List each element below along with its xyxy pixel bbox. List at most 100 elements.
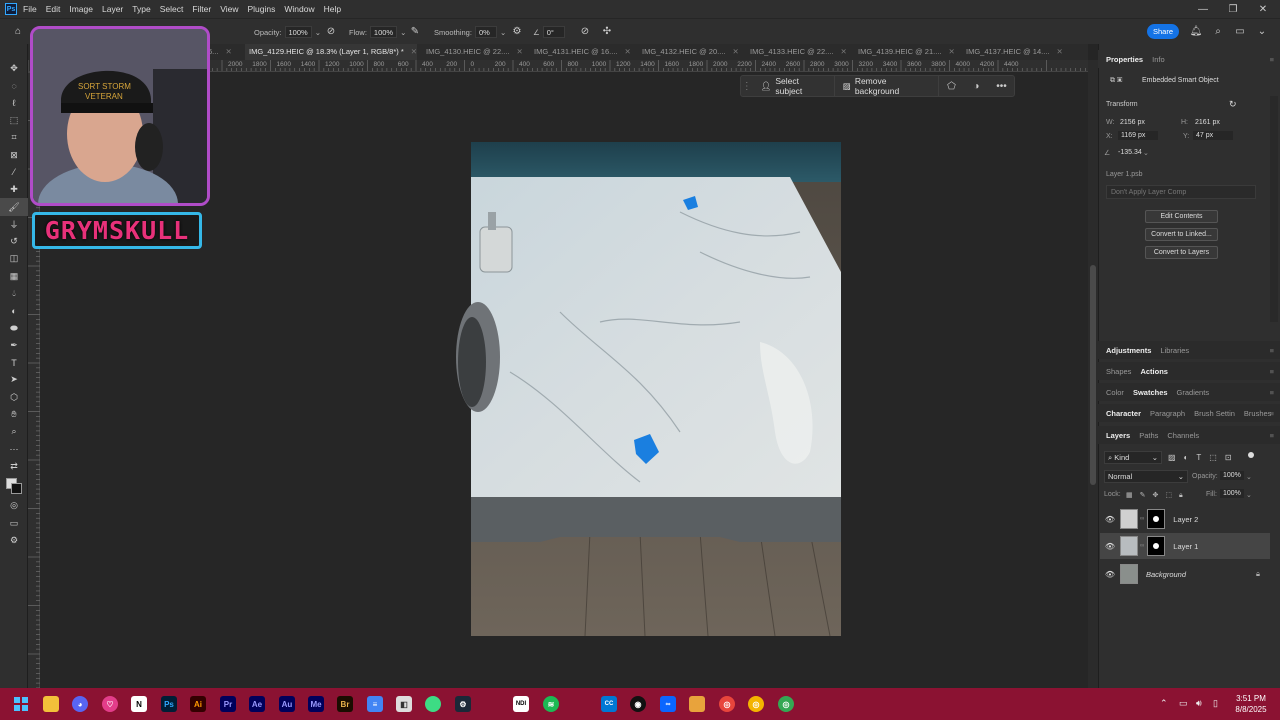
menu-select[interactable]: Select xyxy=(160,4,184,14)
pen-tool-icon[interactable]: ✒ xyxy=(0,337,28,354)
chevron-down-icon[interactable]: ⌄ xyxy=(400,28,406,37)
folder-icon[interactable] xyxy=(689,696,705,712)
type-tool-icon[interactable]: T xyxy=(0,354,28,371)
tab-paragraph[interactable]: Paragraph xyxy=(1150,409,1185,418)
move-tool-icon[interactable]: ✥ xyxy=(0,60,28,77)
blur-tool-icon[interactable]: 💧︎ xyxy=(0,285,28,302)
chrome-2-icon[interactable]: ◎ xyxy=(748,696,764,712)
tab-partial[interactable]: 6... ✕ xyxy=(208,44,232,60)
edit-contents-button[interactable]: Edit Contents xyxy=(1145,210,1218,223)
tab-img-4139[interactable]: IMG_4139.HEIC @ 21.... ✕ xyxy=(858,44,955,60)
volume-icon[interactable]: 🔊︎ xyxy=(1196,698,1202,709)
layer-row-layer-1[interactable]: 👁︎ ∞ Layer 1 xyxy=(1100,533,1270,559)
path-selection-tool-icon[interactable]: ➤ xyxy=(0,371,28,388)
after-effects-icon[interactable]: Ae xyxy=(249,696,265,712)
menu-plugins[interactable]: Plugins xyxy=(247,4,275,14)
artboard-tool-icon[interactable]: ◌ xyxy=(0,77,28,94)
scrollbar-thumb[interactable] xyxy=(1090,265,1096,485)
sponge-tool-icon[interactable]: ⬬ xyxy=(0,319,28,336)
docs-icon[interactable]: ≡ xyxy=(367,696,383,712)
tab-img-4131[interactable]: IMG_4131.HEIC @ 16.... ✕ xyxy=(534,44,631,60)
frame-tool-icon[interactable]: ⊠ xyxy=(0,146,28,163)
tab-libraries[interactable]: Libraries xyxy=(1160,346,1189,355)
menu-image[interactable]: Image xyxy=(69,4,93,14)
gradient-tool-icon[interactable]: ▦ xyxy=(0,268,28,285)
link-icon[interactable]: ∞ xyxy=(1140,543,1144,549)
tab-img-4137[interactable]: IMG_4137.HEIC @ 14.... ✕ xyxy=(966,44,1063,60)
chrome-icon[interactable]: ◎ xyxy=(719,696,735,712)
file-explorer-icon[interactable] xyxy=(43,696,59,712)
panel-menu-icon[interactable]: ≡ xyxy=(1270,367,1274,376)
app-grey-icon[interactable]: ◧ xyxy=(396,696,412,712)
tab-brushes[interactable]: Brushes xyxy=(1244,409,1272,418)
tab-adjustments[interactable]: Adjustments xyxy=(1106,346,1151,355)
menu-help[interactable]: Help xyxy=(324,4,341,14)
blend-mode-select[interactable]: Normal ⌄ xyxy=(1104,470,1188,483)
layer-comp-select[interactable]: Don't Apply Layer Comp xyxy=(1106,185,1256,199)
close-window-button[interactable]: ✕ xyxy=(1248,0,1278,18)
shape-tool-icon[interactable]: ⬡ xyxy=(0,389,28,406)
convert-to-linked-button[interactable]: Convert to Linked... xyxy=(1145,228,1218,241)
tab-channels[interactable]: Channels xyxy=(1167,431,1199,440)
swap-colors-icon[interactable]: ⇄ xyxy=(0,458,28,475)
pressure-opacity-icon[interactable]: ⊘ xyxy=(324,25,338,39)
minimize-button[interactable]: — xyxy=(1188,0,1218,18)
lasso-tool-icon[interactable]: ℓ xyxy=(0,95,28,112)
menu-filter[interactable]: Filter xyxy=(192,4,211,14)
audition-icon[interactable]: Au xyxy=(279,696,295,712)
battery-icon[interactable]: ▯ xyxy=(1213,698,1218,709)
cc-icon[interactable]: CC xyxy=(601,696,617,712)
link-icon[interactable]: ∞ xyxy=(1140,516,1144,522)
home-icon[interactable]: ⌂ xyxy=(11,25,25,39)
y-value[interactable]: 47 px xyxy=(1193,131,1233,140)
zoom-tool-icon[interactable]: ⌕ xyxy=(0,423,28,440)
airbrush-icon[interactable]: ✎ xyxy=(408,25,422,39)
media-encoder-icon[interactable]: Me xyxy=(308,696,324,712)
x-value[interactable]: 1169 px xyxy=(1118,131,1158,140)
panel-menu-icon[interactable]: ≡ xyxy=(1270,409,1274,418)
tab-info[interactable]: Info xyxy=(1152,55,1165,64)
tab-img-4133[interactable]: IMG_4133.HEIC @ 22.... ✕ xyxy=(750,44,847,60)
eraser-tool-icon[interactable]: ◫ xyxy=(0,250,28,267)
notion-icon[interactable]: N xyxy=(131,696,147,712)
drag-handle-icon[interactable]: ⋮ xyxy=(741,75,753,97)
tab-swatches[interactable]: Swatches xyxy=(1133,388,1168,397)
adjustment-icon[interactable]: ◑ xyxy=(964,75,989,97)
healing-brush-tool-icon[interactable]: ✚ xyxy=(0,181,28,198)
vertical-scrollbar[interactable] xyxy=(1088,60,1098,688)
opacity-input[interactable]: 100% xyxy=(284,26,312,38)
layer-row-background[interactable]: 👁︎ Background 🔒︎ xyxy=(1100,561,1270,587)
layer-name[interactable]: Background xyxy=(1146,570,1186,579)
more-options-icon[interactable]: ••• xyxy=(989,75,1014,97)
show-hidden-icons-icon[interactable]: ⌃ xyxy=(1160,698,1168,709)
layer-row-layer-2[interactable]: 👁︎ ∞ Layer 2 xyxy=(1100,506,1270,532)
opacity-option[interactable]: Opacity: 100% ⌄ xyxy=(254,26,321,38)
color-swatches-icon[interactable] xyxy=(0,475,28,497)
flow-option[interactable]: Flow: 100% ⌄ xyxy=(349,26,406,38)
android-icon[interactable] xyxy=(425,696,441,712)
convert-to-layers-button[interactable]: Convert to Layers xyxy=(1145,246,1218,259)
angle-option[interactable]: ∠ 0° xyxy=(533,26,565,38)
eyedropper-tool-icon[interactable]: ⁄ xyxy=(0,164,28,181)
fill-input[interactable]: 100% xyxy=(1220,489,1244,498)
remove-background-button[interactable]: ▨ Remove background xyxy=(835,75,939,97)
chrome-3-icon[interactable]: ◎ xyxy=(778,696,794,712)
smoothing-input[interactable]: 0% xyxy=(474,26,497,38)
panel-menu-icon[interactable]: ≡ xyxy=(1270,55,1274,64)
layer-filter-select[interactable]: ⌕ Kind ⌄ xyxy=(1104,451,1162,464)
transform-icon[interactable]: ⬠ xyxy=(939,75,964,97)
crop-tool-icon[interactable]: ⌗ xyxy=(0,129,28,146)
menu-edit[interactable]: Edit xyxy=(46,4,61,14)
tab-img-4130[interactable]: IMG_4130.HEIC @ 22.... ✕ xyxy=(426,44,523,60)
visibility-eye-icon[interactable]: 👁︎ xyxy=(1100,515,1120,524)
menu-layer[interactable]: Layer xyxy=(102,4,123,14)
gear-icon[interactable]: ⚙ xyxy=(510,25,524,39)
workspace-icon[interactable]: ▭ xyxy=(1233,25,1247,39)
flow-input[interactable]: 100% xyxy=(369,26,398,38)
tab-layers[interactable]: Layers xyxy=(1106,431,1130,440)
symmetry-icon[interactable]: ✣ xyxy=(600,25,614,39)
tab-actions[interactable]: Actions xyxy=(1140,367,1168,376)
smoothing-option[interactable]: Smoothing: 0% ⌄ xyxy=(434,26,506,38)
tab-brush-settings[interactable]: Brush Settin xyxy=(1194,409,1235,418)
layer-name[interactable]: Layer 2 xyxy=(1173,515,1198,524)
